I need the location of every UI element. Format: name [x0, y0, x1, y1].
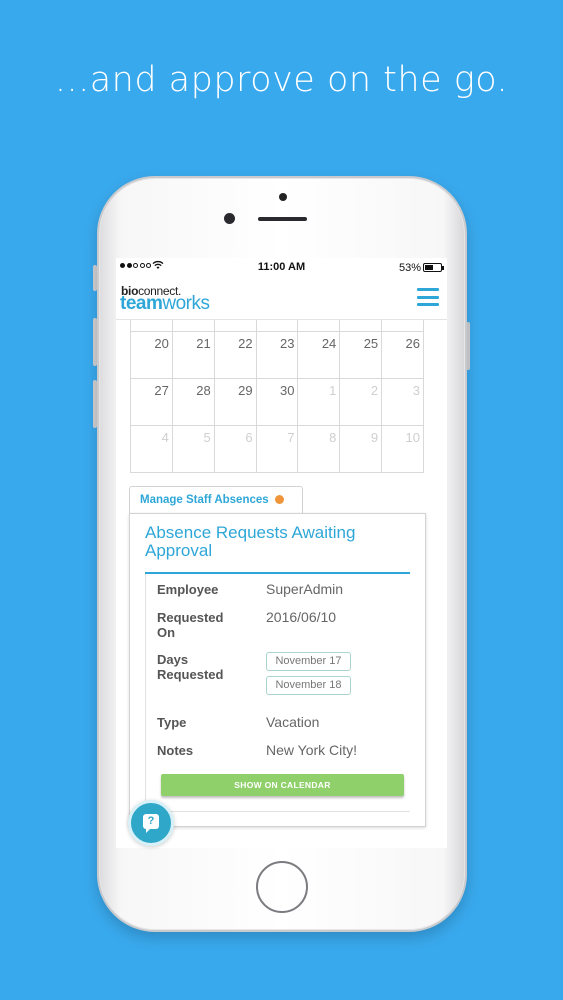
employee-value: SuperAdmin — [266, 581, 344, 597]
calendar-day-cell[interactable]: 4 — [130, 426, 172, 472]
days-requested-label: Days Requested — [157, 652, 224, 682]
calendar-day-cell[interactable]: 3 — [381, 379, 425, 425]
employee-label: Employee — [157, 582, 219, 597]
calendar-day-cell[interactable]: 5 — [171, 426, 214, 472]
calendar-day-cell[interactable]: 28 — [171, 379, 214, 425]
calendar-day-cell[interactable]: 26 — [381, 332, 425, 378]
calendar-day-cell[interactable]: 23 — [255, 332, 298, 378]
calendar-day-cell[interactable]: 27 — [130, 379, 172, 425]
calendar-row: 4 5 6 7 8 9 10 — [130, 426, 425, 473]
calendar-day-cell[interactable]: 30 — [255, 379, 298, 425]
type-label: Type — [157, 715, 187, 730]
day-chip: November 18 — [266, 676, 351, 695]
type-value: Vacation — [266, 714, 320, 730]
calendar-day-cell[interactable]: 10 — [381, 426, 425, 472]
calendar-day-cell[interactable]: 25 — [339, 332, 381, 378]
calendar-day-cell[interactable]: 7 — [255, 426, 298, 472]
headline: ...and approve on the go. — [54, 60, 509, 100]
calendar-day-cell[interactable]: 20 — [130, 332, 172, 378]
calendar-day-cell[interactable]: 22 — [213, 332, 256, 378]
home-button[interactable] — [256, 861, 308, 913]
notification-dot-icon — [274, 495, 284, 504]
tab-manage-staff-absences[interactable]: Manage Staff Absences — [129, 486, 303, 514]
calendar-row-partial — [130, 320, 425, 332]
calendar-day-cell[interactable]: 2 — [339, 379, 381, 425]
help-button[interactable]: ? — [128, 800, 174, 846]
calendar-day-cell[interactable]: 9 — [339, 426, 381, 472]
status-time: 11:00 AM — [257, 261, 306, 273]
calendar-day-cell[interactable]: 8 — [297, 426, 339, 472]
battery-icon — [423, 263, 444, 272]
calendar-row: 20 21 22 23 24 25 26 — [130, 332, 425, 379]
requested-on-label: Requested On — [157, 610, 224, 640]
notes-value: New York City! — [266, 742, 358, 758]
calendar-day-cell[interactable]: 21 — [171, 332, 214, 378]
show-on-calendar-button[interactable]: SHOW ON CALENDAR — [161, 774, 404, 796]
battery-percent: 53% — [398, 262, 421, 274]
calendar-row: 27 28 29 30 1 2 3 — [130, 379, 425, 426]
notes-label: Notes — [157, 743, 194, 758]
requested-on-value: 2016/06/10 — [266, 609, 337, 625]
request-details: Employee SuperAdmin Requested On 2016/06… — [145, 574, 410, 812]
status-bar: 11:00 AM 53% — [116, 258, 447, 278]
earpiece-speaker — [258, 217, 307, 221]
hamburger-menu-icon[interactable] — [417, 288, 439, 306]
panel-title: Absence Requests Awaiting Approval — [145, 523, 356, 560]
calendar-day-cell[interactable]: 1 — [297, 379, 339, 425]
help-chat-icon: ? — [143, 814, 159, 833]
phone-screen: 11:00 AM 53% bioconnect. teamworks 20 21 2… — [116, 258, 447, 848]
logo-teamworks[interactable]: teamworks — [120, 293, 210, 315]
proximity-sensor — [279, 193, 287, 201]
calendar-day-cell[interactable]: 6 — [213, 426, 256, 472]
absence-request-panel: Absence Requests Awaiting Approval Emplo… — [129, 513, 426, 827]
calendar-day-cell[interactable]: 29 — [213, 379, 256, 425]
calendar-grid: 20 21 22 23 24 25 26 27 28 29 30 1 2 3 4 5 6 7 8 9 10 — [130, 320, 425, 473]
app-header: bioconnect. teamworks — [116, 280, 447, 320]
day-chip: November 17 — [266, 652, 351, 671]
front-camera — [224, 213, 235, 224]
calendar-day-cell[interactable]: 24 — [297, 332, 339, 378]
